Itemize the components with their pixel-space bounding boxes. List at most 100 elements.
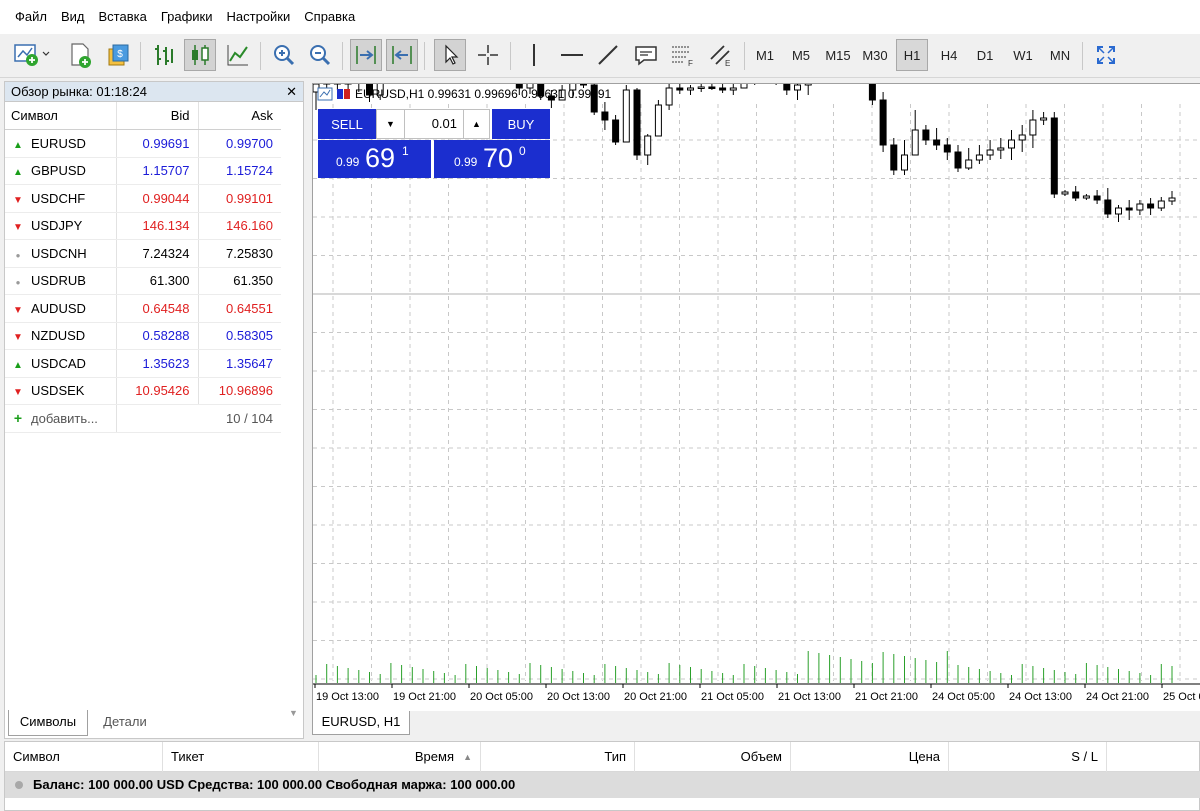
- symbol-cell[interactable]: ▲ EURUSD: [5, 129, 117, 158]
- symbol-cell[interactable]: ▼ NZDUSD: [5, 322, 117, 350]
- buy-price-fraction: 0: [519, 144, 526, 158]
- timeframe-w1[interactable]: W1: [1008, 39, 1038, 71]
- close-icon[interactable]: ✕: [286, 84, 297, 100]
- column-volume[interactable]: Объем: [635, 742, 791, 772]
- column-ask[interactable]: Ask: [198, 102, 281, 130]
- arrow-up-icon: ▲: [13, 167, 23, 179]
- symbol-cell[interactable]: ● USDRUB: [5, 267, 117, 295]
- timeframe-mn[interactable]: MN: [1044, 39, 1076, 71]
- column-ticket[interactable]: Тикет: [163, 742, 319, 772]
- timeframe-h1[interactable]: H1: [896, 39, 928, 71]
- timeframe-m5[interactable]: M5: [786, 39, 816, 71]
- menu-insert[interactable]: Вставка: [92, 0, 154, 34]
- column-type[interactable]: Тип: [481, 742, 635, 772]
- zoom-out-icon[interactable]: [304, 39, 336, 71]
- bar-chart-icon[interactable]: [148, 39, 180, 71]
- vertical-line-icon[interactable]: [518, 39, 550, 71]
- menu-charts[interactable]: Графики: [154, 0, 220, 34]
- timeframe-m15[interactable]: M15: [822, 39, 854, 71]
- zoom-in-icon[interactable]: [268, 39, 300, 71]
- lot-increase-icon[interactable]: ▲: [463, 110, 489, 138]
- menu-help[interactable]: Справка: [297, 0, 362, 34]
- market-watch-row[interactable]: ● USDRUB 61.300 61.350: [5, 267, 281, 295]
- bullish-candle: [1168, 197, 1176, 202]
- bearish-candle: [922, 129, 930, 141]
- chart-shift-icon[interactable]: [386, 39, 418, 71]
- bid-cell: 1.15707: [116, 157, 199, 185]
- column-bid[interactable]: Bid: [116, 102, 199, 130]
- time-label: 25 Oct 05: [1163, 691, 1200, 703]
- time-label: 24 Oct 21:00: [1086, 691, 1149, 703]
- menu-file[interactable]: Файл: [8, 0, 54, 34]
- market-watch-table: Символ Bid Ask ▲ EURUSD 0.99691 0.99700 ▲ GBP…: [5, 102, 281, 433]
- fullscreen-icon[interactable]: [1090, 39, 1122, 71]
- symbol-cell[interactable]: ▼ USDCHF: [5, 184, 117, 213]
- market-watch-row[interactable]: ▼ AUDUSD 0.64548 0.64551: [5, 294, 281, 323]
- lot-size-input[interactable]: 0.01: [405, 110, 463, 138]
- menu-view[interactable]: Вид: [54, 0, 92, 34]
- market-watch-row[interactable]: ▲ USDCAD 1.35623 1.35647: [5, 349, 281, 378]
- market-watch-row[interactable]: ▼ NZDUSD 0.58288 0.58305: [5, 322, 281, 350]
- text-label-icon[interactable]: [630, 39, 662, 71]
- tab-symbols[interactable]: Символы: [8, 710, 88, 736]
- bullish-candle: [687, 87, 694, 91]
- bearish-candle: [890, 144, 898, 171]
- chart-tab-eurusd[interactable]: EURUSD, H1: [312, 711, 410, 735]
- symbol-cell[interactable]: ▲ USDCAD: [5, 349, 117, 378]
- market-watch-scrollbar[interactable]: ▼: [285, 102, 303, 718]
- tab-details[interactable]: Детали: [90, 710, 160, 736]
- timeframe-m30[interactable]: M30: [858, 39, 892, 71]
- symbol-cell[interactable]: ▼ AUDUSD: [5, 294, 117, 323]
- symbol-cell[interactable]: ▼ USDJPY: [5, 212, 117, 240]
- autoscroll-icon[interactable]: [350, 39, 382, 71]
- market-watch-row[interactable]: ▲ GBPUSD 1.15707 1.15724: [5, 157, 281, 185]
- sell-button[interactable]: SELL: [318, 109, 376, 139]
- bid-cell: 61.300: [116, 267, 199, 295]
- new-chart-icon[interactable]: [10, 39, 54, 71]
- timeframe-h4[interactable]: H4: [934, 39, 964, 71]
- new-order-icon[interactable]: [64, 39, 96, 71]
- buy-price[interactable]: 0.99 70 0: [434, 140, 550, 178]
- market-watch-row[interactable]: ▼ USDJPY 146.134 146.160: [5, 212, 281, 240]
- trendline-icon[interactable]: [592, 39, 624, 71]
- menu-settings[interactable]: Настройки: [220, 0, 298, 34]
- arrow-down-icon: ▼: [13, 194, 23, 206]
- market-watch-tabs: Символы Детали: [4, 710, 304, 736]
- svg-text:E: E: [725, 59, 730, 68]
- market-watch-row[interactable]: ▼ USDSEK 10.95426 10.96896: [5, 377, 281, 405]
- crosshair-icon[interactable]: [472, 39, 504, 71]
- cursor-icon[interactable]: [434, 39, 466, 71]
- buy-button[interactable]: BUY: [492, 109, 550, 139]
- column-symbol[interactable]: Символ: [5, 102, 117, 130]
- lot-decrease-icon[interactable]: ▼: [377, 110, 405, 138]
- line-chart-icon[interactable]: [222, 39, 254, 71]
- sort-asc-icon: ▲: [463, 752, 472, 762]
- market-watch-row[interactable]: ▼ USDCHF 0.99044 0.99101: [5, 184, 281, 213]
- profiles-icon[interactable]: $: [102, 39, 134, 71]
- timeframe-d1[interactable]: D1: [970, 39, 1000, 71]
- column-sl[interactable]: S / L: [949, 742, 1107, 772]
- bid-cell: 1.35623: [116, 349, 199, 378]
- time-label: 21 Oct 13:00: [778, 691, 841, 703]
- market-watch-row[interactable]: ▲ EURUSD 0.99691 0.99700: [5, 129, 281, 158]
- column-price[interactable]: Цена: [791, 742, 949, 772]
- horizontal-line-icon[interactable]: [556, 39, 588, 71]
- add-symbol-row[interactable]: + добавить... 10 / 104: [5, 404, 281, 433]
- menu-bar: Файл Вид Вставка Графики Настройки Справ…: [0, 0, 1200, 34]
- candlestick-icon[interactable]: [184, 39, 216, 71]
- ask-cell: 1.35647: [198, 349, 281, 378]
- sell-price[interactable]: 0.99 69 1: [318, 140, 431, 178]
- ask-cell: 0.64551: [198, 294, 281, 323]
- symbol-cell[interactable]: ▲ GBPUSD: [5, 157, 117, 185]
- bid-cell: 146.134: [116, 212, 199, 240]
- symbol-cell[interactable]: ▼ USDSEK: [5, 377, 117, 405]
- symbol-cell[interactable]: ● USDCNH: [5, 239, 117, 268]
- price-chart[interactable]: 19 Oct 13:00 19 Oct 21:00 20 Oct 05:00 20 O…: [313, 84, 1200, 712]
- column-time[interactable]: Время ▲: [319, 742, 481, 772]
- fibonacci-icon[interactable]: F: [666, 39, 698, 71]
- timeframe-m1[interactable]: M1: [750, 39, 780, 71]
- column-symbol[interactable]: Символ: [5, 742, 163, 772]
- market-watch-row[interactable]: ● USDCNH 7.24324 7.25830: [5, 239, 281, 268]
- add-symbol-cell[interactable]: + добавить...: [5, 404, 117, 433]
- equidistant-channel-icon[interactable]: E: [704, 39, 736, 71]
